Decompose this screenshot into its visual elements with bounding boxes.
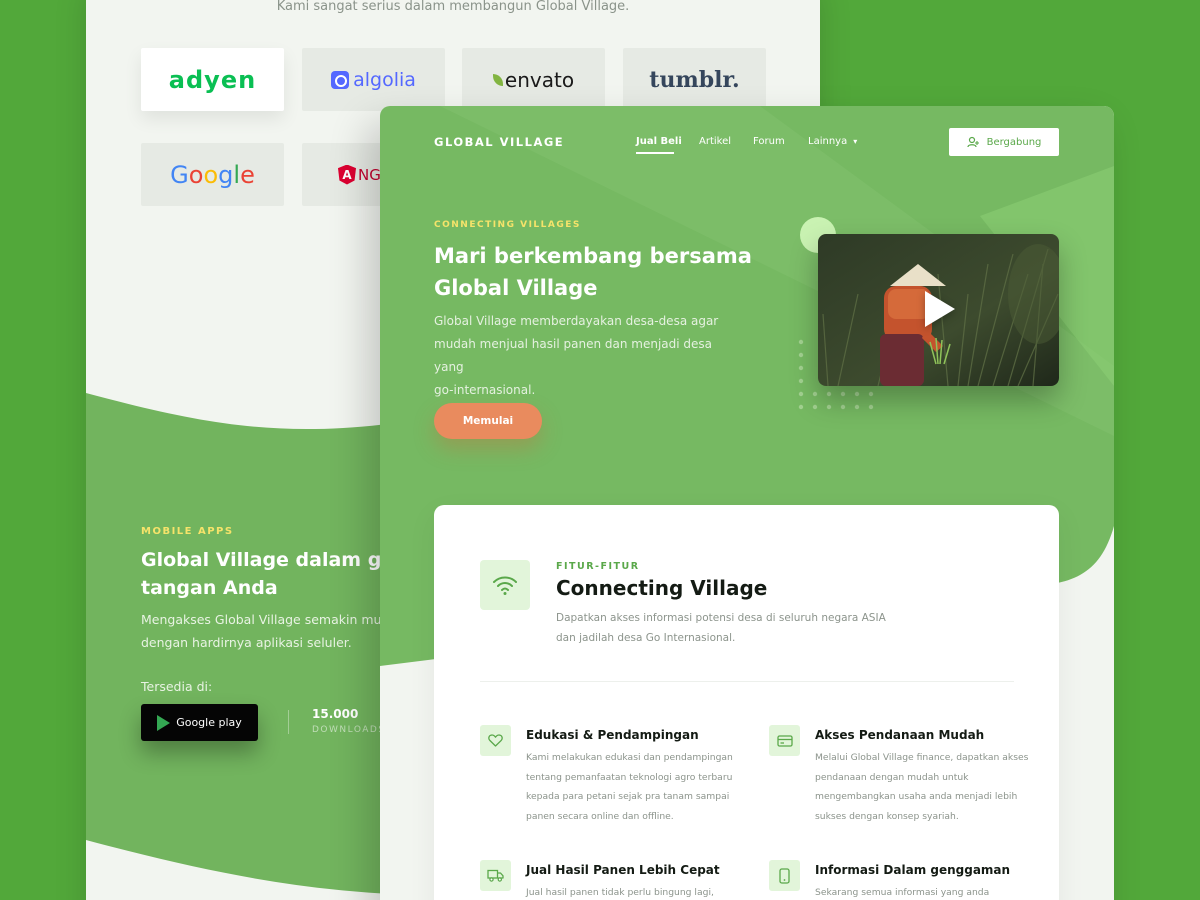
features-title: Connecting Village — [556, 576, 768, 600]
feature-title: Edukasi & Pendampingan — [526, 728, 699, 742]
angular-shield-icon: A — [338, 164, 356, 185]
credit-card-icon — [776, 734, 793, 747]
nav-forum[interactable]: Forum — [753, 136, 785, 147]
hero-description: Global Village memberdayakan desa-desa a… — [434, 314, 719, 397]
chevron-down-icon: ▾ — [853, 137, 858, 146]
play-icon[interactable] — [925, 291, 955, 327]
feature-description: Jual hasil panen tidak perlu bingung lag… — [526, 887, 714, 898]
google-play-icon — [157, 714, 171, 731]
logo-google: Google — [141, 143, 284, 206]
logo-algolia: algolia — [302, 48, 445, 111]
feature-description: Kami melakukan edukasi dan pendampingan … — [526, 752, 733, 822]
envato-leaf-icon — [492, 73, 503, 86]
feature-description: Melalui Global Village finance, dapatkan… — [815, 752, 1029, 822]
features-panel: FITUR-FITUR Connecting Village Dapatkan … — [434, 505, 1059, 900]
landing-page-card: GLOBAL VILLAGE Jual Beli Artikel Forum L… — [380, 106, 1114, 900]
nav-artikel[interactable]: Artikel — [699, 136, 731, 147]
nav-lainnya[interactable]: Lainnya ▾ — [808, 136, 857, 147]
logo-tumblr: tumblr. — [623, 48, 766, 111]
logo-envato: envato — [462, 48, 605, 111]
downloads-label: DOWNLOADS — [312, 725, 386, 735]
hero-eyebrow: CONNECTING VILLAGES — [434, 220, 581, 230]
get-started-button[interactable]: Memulai — [434, 403, 542, 439]
nav-jual-beli[interactable]: Jual Beli — [636, 136, 682, 147]
heart-icon — [488, 734, 503, 747]
feature-icon-box — [769, 725, 800, 756]
partners-intro-text: Kami sangat serius dalam membangun Globa… — [276, 0, 630, 14]
join-button[interactable]: Bergabung — [949, 128, 1059, 156]
user-add-icon — [966, 136, 979, 148]
feature-description: Sekarang semua informasi yang anda — [815, 887, 990, 898]
feature-icon-box — [480, 725, 511, 756]
feature-title: Jual Hasil Panen Lebih Cepat — [526, 863, 720, 877]
google-play-button[interactable]: Google play — [141, 704, 258, 741]
smartphone-icon — [779, 867, 790, 884]
wifi-icon-box — [480, 560, 530, 610]
feature-title: Akses Pendanaan Mudah — [815, 728, 985, 742]
truck-icon — [487, 869, 504, 882]
divider — [480, 681, 1014, 682]
feature-title: Informasi Dalam genggaman — [815, 863, 1011, 877]
wifi-icon — [493, 576, 517, 595]
feature-icon-box — [480, 860, 511, 891]
algolia-mark-icon — [331, 70, 350, 89]
features-eyebrow: FITUR-FITUR — [556, 561, 640, 572]
features-description: Dapatkan akses informasi potensi desa di… — [556, 612, 886, 644]
available-on-label: Tersedia di: — [141, 679, 213, 694]
divider — [288, 710, 289, 734]
brand-logo[interactable]: GLOBAL VILLAGE — [434, 135, 564, 149]
mobile-apps-label: MOBILE APPS — [141, 526, 234, 537]
google-wordmark: Google — [170, 160, 255, 189]
active-nav-indicator — [636, 152, 674, 154]
hero-title: Mari berkembang bersama Global Village — [434, 244, 752, 300]
feature-icon-box — [769, 860, 800, 891]
downloads-count: 15.000 — [312, 707, 359, 721]
logo-adyen: adyen — [141, 48, 284, 111]
